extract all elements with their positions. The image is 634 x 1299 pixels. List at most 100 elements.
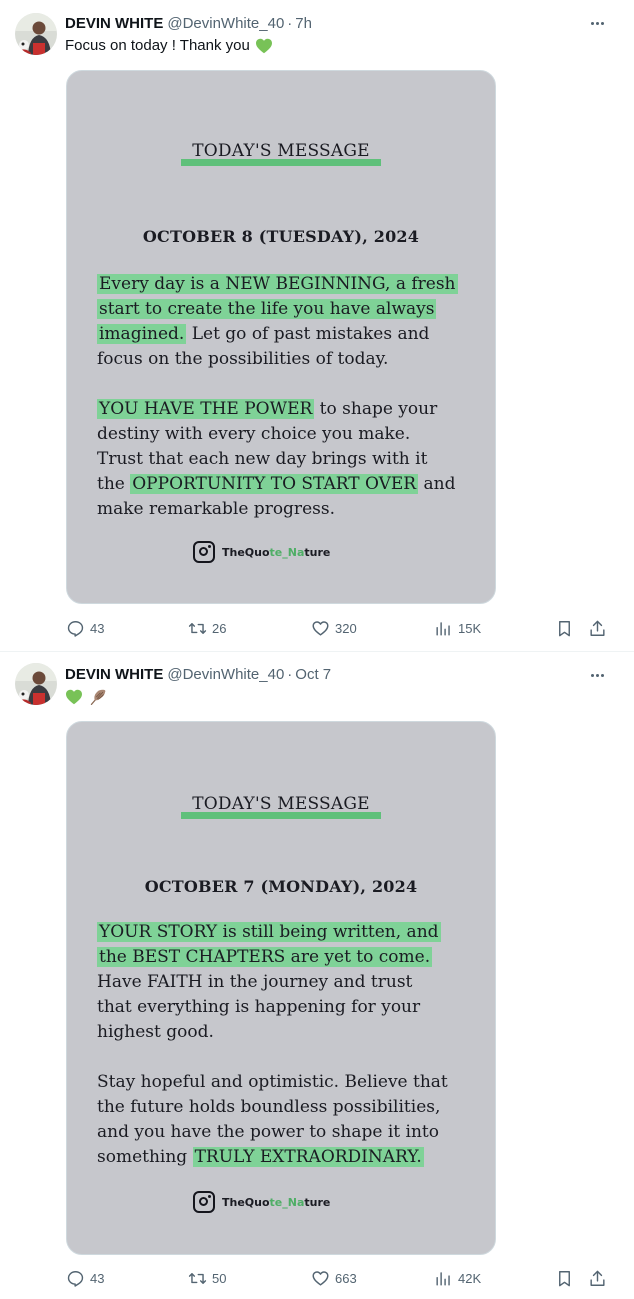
brand-watermark: TheQuote_Nature xyxy=(193,1190,330,1214)
like-count: 320 xyxy=(335,620,357,636)
feather-icon xyxy=(90,689,106,706)
card-text: destiny with every choice you make. xyxy=(97,424,411,444)
like-icon xyxy=(312,620,329,636)
card-text-line: highest good. xyxy=(97,1020,477,1045)
highlighted-text: the BEST CHAPTERS are yet to come. xyxy=(97,947,433,967)
more-options-icon[interactable] xyxy=(586,665,608,685)
card-text-line: Stay hopeful and optimistic. Believe tha… xyxy=(97,1070,477,1095)
green-heart-icon xyxy=(255,38,272,54)
reply-button[interactable]: 43 xyxy=(66,616,104,640)
separator: · xyxy=(287,665,293,683)
highlighted-text: OPPORTUNITY TO START OVER xyxy=(130,474,419,494)
card-heading: TODAY'S MESSAGE xyxy=(181,141,381,166)
repost-button[interactable]: 50 xyxy=(188,1266,226,1290)
card-text-line: make remarkable progress. xyxy=(97,497,477,522)
avatar[interactable] xyxy=(15,663,57,705)
author-name[interactable]: DEVIN WHITE xyxy=(65,15,163,32)
card-text: make remarkable progress. xyxy=(97,499,335,519)
card-text-line: YOUR STORY is still being written, and xyxy=(97,920,477,945)
tweet-text-content: Focus on today ! Thank you xyxy=(65,37,250,54)
reply-count: 43 xyxy=(90,1270,105,1286)
timestamp[interactable]: 7h xyxy=(295,15,312,32)
share-icon xyxy=(590,620,605,636)
repost-count: 50 xyxy=(212,1270,227,1286)
tweet-actions: 43 50 663 42K xyxy=(0,1266,634,1290)
brand-name: TheQuote_Nature xyxy=(222,1195,331,1209)
repost-icon xyxy=(188,1272,207,1284)
card-text: highest good. xyxy=(97,1022,214,1042)
tweet-text: Focus on today ! Thank you xyxy=(65,35,273,57)
views-button[interactable]: 15K xyxy=(434,616,481,640)
reply-button[interactable]: 43 xyxy=(66,1266,104,1290)
bookmark-button[interactable] xyxy=(555,1266,574,1290)
green-heart-icon xyxy=(66,689,82,705)
reply-icon xyxy=(67,620,84,637)
card-text: to shape your xyxy=(314,399,438,419)
card-text-line: the BEST CHAPTERS are yet to come. xyxy=(97,945,477,970)
brand-watermark: TheQuote_Nature xyxy=(193,540,330,564)
card-text: that everything is happening for your xyxy=(97,997,421,1017)
like-button[interactable]: 663 xyxy=(311,1266,357,1290)
tweet[interactable]: DEVIN WHITE @DevinWhite_40 · 7h Focus on… xyxy=(0,0,634,652)
card-text: focus on the possibilities of today. xyxy=(97,349,389,369)
highlighted-text: YOUR STORY is still being written, and xyxy=(97,922,441,942)
card-text-line: imagined. Let go of past mistakes and xyxy=(97,322,477,347)
card-text: Have FAITH in the journey and trust xyxy=(97,972,413,992)
card-date: OCTOBER 8 (TUESDAY), 2024 xyxy=(142,227,420,246)
author-name[interactable]: DEVIN WHITE xyxy=(65,666,163,683)
tweet-header: DEVIN WHITE @DevinWhite_40 · 7h xyxy=(65,13,312,33)
card-text-line: something TRULY EXTRAORDINARY. xyxy=(97,1145,477,1170)
card-paragraph-2: Stay hopeful and optimistic. Believe tha… xyxy=(97,1070,477,1170)
separator: · xyxy=(287,14,293,32)
avatar[interactable] xyxy=(15,13,57,55)
card-text-line: focus on the possibilities of today. xyxy=(97,347,477,372)
card-text: the future holds boundless possibilities… xyxy=(97,1097,441,1117)
card-text-line: and you have the power to shape it into xyxy=(97,1120,477,1145)
quote-card: TODAY'S MESSAGE OCTOBER 7 (MONDAY), 2024… xyxy=(67,722,495,1254)
highlighted-text: imagined. xyxy=(97,324,187,344)
share-button[interactable] xyxy=(588,1266,607,1290)
repost-count: 26 xyxy=(212,620,227,636)
view-count: 42K xyxy=(458,1270,482,1286)
highlighted-text: start to create the life you have always xyxy=(97,299,437,319)
reply-count: 43 xyxy=(90,620,105,636)
highlighted-text: Every day is a NEW BEGINNING, a fresh xyxy=(97,274,458,294)
quote-card: TODAY'S MESSAGE OCTOBER 8 (TUESDAY), 202… xyxy=(67,71,495,603)
card-text-line: YOU HAVE THE POWER to shape your xyxy=(97,397,477,422)
instagram-icon xyxy=(193,541,215,563)
card-paragraph-1: Every day is a NEW BEGINNING, a fresh sta… xyxy=(97,272,477,372)
timestamp[interactable]: Oct 7 xyxy=(295,666,331,683)
tweet-text xyxy=(65,686,108,708)
views-button[interactable]: 42K xyxy=(434,1266,481,1290)
card-text: the xyxy=(97,474,131,494)
card-text: and you have the power to shape it into xyxy=(97,1122,439,1142)
bookmark-button[interactable] xyxy=(555,616,574,640)
share-button[interactable] xyxy=(588,616,607,640)
card-text: Stay hopeful and optimistic. Believe tha… xyxy=(97,1072,448,1092)
view-count: 15K xyxy=(458,620,482,636)
card-text: something xyxy=(97,1147,193,1167)
card-heading: TODAY'S MESSAGE xyxy=(181,794,381,819)
author-handle[interactable]: @DevinWhite_40 xyxy=(167,666,284,683)
share-icon xyxy=(590,1270,605,1286)
card-text-line: destiny with every choice you make. xyxy=(97,422,477,447)
card-text-line: Have FAITH in the journey and trust xyxy=(97,970,477,995)
card-text-line: Every day is a NEW BEGINNING, a fresh xyxy=(97,272,477,297)
media-image[interactable]: TODAY'S MESSAGE OCTOBER 7 (MONDAY), 2024… xyxy=(66,721,496,1255)
card-text-line: that everything is happening for your xyxy=(97,995,477,1020)
tweet-header: DEVIN WHITE @DevinWhite_40 · Oct 7 xyxy=(65,664,331,684)
like-count: 663 xyxy=(335,1270,357,1286)
card-text: Trust that each new day brings with it xyxy=(97,449,428,469)
bookmark-icon xyxy=(559,1270,570,1286)
card-paragraph-1: YOUR STORY is still being written, and th… xyxy=(97,920,477,1045)
like-button[interactable]: 320 xyxy=(311,616,357,640)
media-image[interactable]: TODAY'S MESSAGE OCTOBER 8 (TUESDAY), 202… xyxy=(66,70,496,604)
views-icon xyxy=(436,1271,450,1286)
card-date: OCTOBER 7 (MONDAY), 2024 xyxy=(144,877,418,896)
repost-button[interactable]: 26 xyxy=(188,616,226,640)
more-options-icon[interactable] xyxy=(586,13,608,33)
card-text: Let go of past mistakes and xyxy=(186,324,430,344)
instagram-icon xyxy=(193,1191,215,1213)
author-handle[interactable]: @DevinWhite_40 xyxy=(167,15,284,32)
tweet[interactable]: DEVIN WHITE @DevinWhite_40 · Oct 7 TODAY… xyxy=(0,652,634,1299)
